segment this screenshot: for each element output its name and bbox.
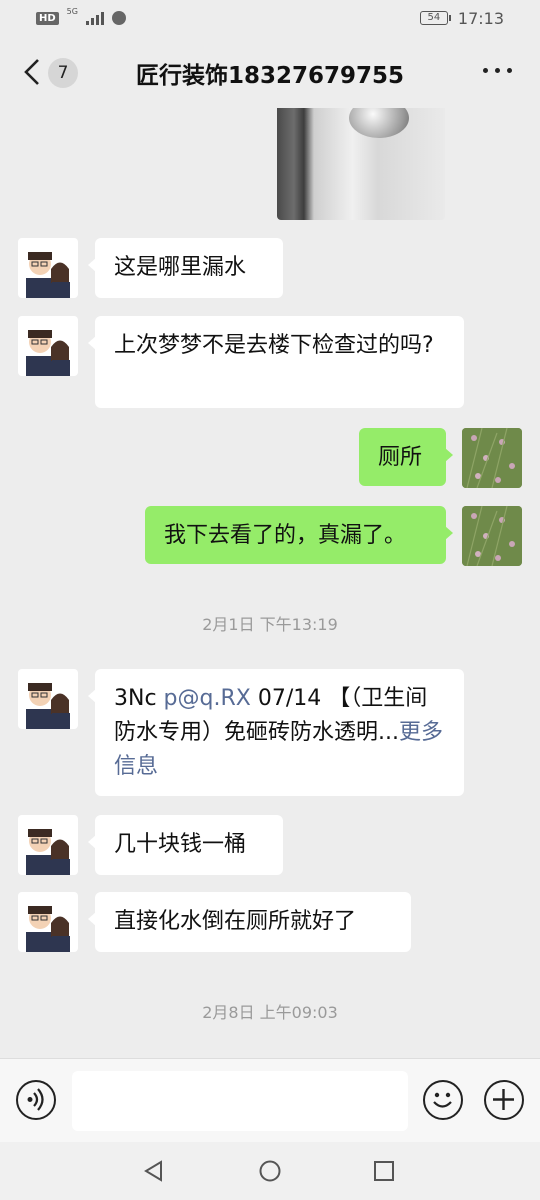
message-bubble[interactable]: 上次梦梦不是去楼下检查过的吗? <box>88 316 464 408</box>
message-list[interactable]: 这是哪里漏水 上次梦梦不是去楼下检查过的吗? 厕所 我下去看了的，真漏了。 2月… <box>0 108 540 1058</box>
emoji-icon[interactable] <box>423 1080 463 1120</box>
image-message[interactable] <box>277 108 445 220</box>
avatar[interactable] <box>18 892 78 952</box>
message-bubble[interactable]: 几十块钱一桶 <box>88 815 283 875</box>
recent-square-icon[interactable] <box>373 1160 395 1182</box>
status-bar: HD 5G 54 17:13 <box>0 0 540 36</box>
battery-icon: 54 <box>419 11 451 25</box>
avatar[interactable] <box>462 506 522 566</box>
message-bubble[interactable]: 厕所 <box>359 428 453 486</box>
avatar[interactable] <box>18 669 78 729</box>
avatar[interactable] <box>462 428 522 488</box>
message-input[interactable] <box>72 1071 408 1131</box>
timestamp: 2月1日 下午13:19 <box>202 615 338 634</box>
message-bubble[interactable]: 我下去看了的，真漏了。 <box>145 506 453 564</box>
network-type: 5G <box>66 7 78 16</box>
voice-icon[interactable] <box>16 1080 56 1120</box>
message-bubble[interactable]: 这是哪里漏水 <box>88 238 283 298</box>
more-dots-icon[interactable] <box>483 68 512 73</box>
plus-icon[interactable] <box>484 1080 524 1120</box>
hotspot-icon <box>111 11 126 25</box>
link-message-bubble[interactable]: 3Nc p@q.RX 07/14 【（卫生间防水专用）免砸砖防水透明...更多信… <box>88 669 464 796</box>
avatar[interactable] <box>18 316 78 376</box>
back-triangle-icon[interactable] <box>143 1160 165 1182</box>
chat-header: 7 匠行装饰18327679755 <box>0 36 540 108</box>
input-bar <box>0 1058 540 1143</box>
avatar[interactable] <box>18 815 78 875</box>
link-prefix: 3Nc <box>114 686 164 711</box>
message-bubble[interactable]: 直接化水倒在厕所就好了 <box>88 892 411 952</box>
signal-icon <box>85 11 104 25</box>
status-left: HD 5G <box>36 7 126 25</box>
chat-title: 匠行装饰18327679755 <box>135 63 405 89</box>
status-time: 17:13 <box>457 8 504 28</box>
system-nav-bar <box>0 1142 540 1200</box>
message-link[interactable]: p@q.RX <box>164 686 251 711</box>
avatar[interactable] <box>18 238 78 298</box>
home-circle-icon[interactable] <box>259 1160 281 1182</box>
timestamp: 2月8日 上午09:03 <box>202 1003 338 1022</box>
hd-badge: HD <box>36 11 59 25</box>
status-right: 54 17:13 <box>419 8 504 28</box>
